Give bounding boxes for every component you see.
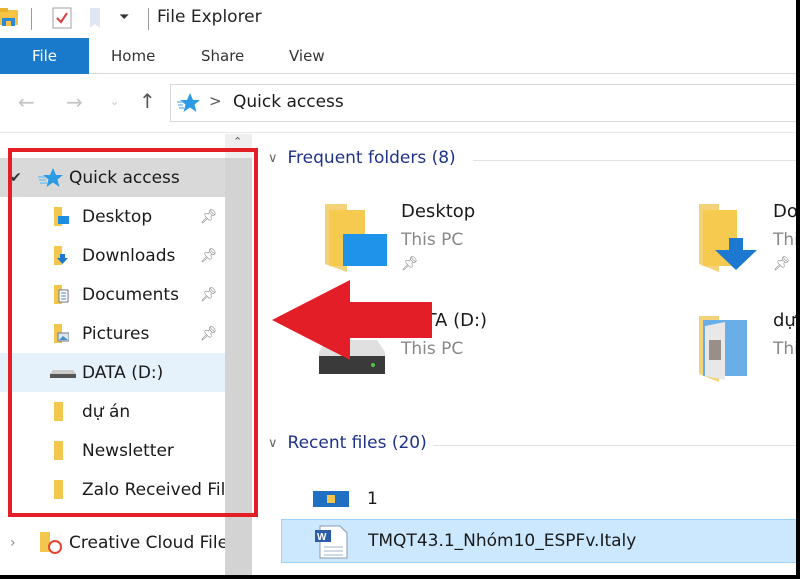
drive-icon bbox=[50, 370, 76, 378]
expand-chevron-icon[interactable]: ✔ bbox=[10, 170, 22, 186]
desktop-folder-icon bbox=[54, 207, 69, 226]
sidebar-item-label: Desktop bbox=[82, 206, 153, 227]
title-bar: ⏷ File Explorer bbox=[0, 0, 796, 38]
tab-home[interactable]: Home bbox=[111, 38, 155, 74]
sidebar-item-newsletter[interactable]: Newsletter bbox=[0, 431, 225, 470]
tile-name: dự bbox=[773, 310, 796, 331]
pin-icon[interactable]: 📌︎ bbox=[200, 287, 218, 303]
sidebar-item-data-drive[interactable]: DATA (D:) bbox=[0, 353, 225, 392]
quick-access-star-icon bbox=[177, 93, 200, 112]
file-name: TMQT43.1_Nhóm10_ESPFv.Italy bbox=[368, 531, 637, 551]
sidebar-item-label: Pictures bbox=[82, 323, 150, 344]
address-separator-icon: > bbox=[209, 92, 222, 110]
chevron-up-icon: ⌃ bbox=[233, 135, 243, 148]
new-folder-icon[interactable] bbox=[88, 7, 104, 29]
tab-view[interactable]: View bbox=[289, 38, 325, 74]
navigation-bar: ← → ⌄ ↑ > Quick access bbox=[0, 75, 796, 133]
creative-cloud-folder-icon bbox=[40, 532, 62, 554]
expand-chevron-icon[interactable]: › bbox=[10, 535, 16, 551]
up-button[interactable]: ↑ bbox=[139, 89, 156, 113]
folder-icon bbox=[54, 441, 63, 460]
sidebar-item-label: Quick access bbox=[69, 167, 180, 188]
word-document-icon: W bbox=[315, 525, 348, 559]
chevron-down-icon: ∨ bbox=[268, 435, 278, 451]
sidebar-scrollbar[interactable] bbox=[225, 134, 252, 575]
sidebar-item-downloads[interactable]: Downloads 📌︎ bbox=[0, 236, 225, 275]
tile-location: This PC bbox=[401, 230, 464, 250]
window-title: File Explorer bbox=[157, 7, 262, 27]
sidebar-item-label: Creative Cloud File bbox=[69, 532, 225, 553]
file-explorer-app-icon bbox=[0, 8, 18, 26]
sidebar-item-label: dự án bbox=[82, 401, 131, 422]
address-bar[interactable]: > Quick access bbox=[170, 84, 796, 122]
folder-icon bbox=[54, 480, 63, 499]
sidebar-item-quick-access[interactable]: ✔ Quick access bbox=[0, 158, 225, 197]
folder-icon bbox=[54, 402, 63, 421]
scroll-up-button[interactable]: ⌃ bbox=[225, 134, 252, 158]
red-arrow-annotation bbox=[272, 280, 432, 360]
navigation-pane: ⌃ ✔ Quick access Desktop 📌︎ Downloads 📌︎ bbox=[0, 134, 253, 575]
address-path: Quick access bbox=[233, 92, 344, 112]
arrow-left-icon: ← bbox=[18, 90, 35, 114]
sidebar-item-label: Downloads bbox=[82, 245, 176, 266]
pictures-folder-icon bbox=[699, 316, 747, 382]
pin-icon[interactable]: 📌︎ bbox=[200, 326, 218, 342]
back-button[interactable]: ← bbox=[18, 90, 35, 114]
pictures-folder-icon bbox=[54, 324, 69, 343]
arrow-up-icon: ↑ bbox=[139, 89, 156, 113]
tile-name: Do bbox=[773, 201, 796, 222]
recent-file-row[interactable]: W TMQT43.1_Nhóm10_ESPFv.Italy bbox=[281, 519, 796, 563]
section-title: Frequent folders (8) bbox=[287, 148, 456, 168]
file-name: 1 bbox=[367, 489, 378, 509]
sidebar-item-documents[interactable]: Documents 📌︎ bbox=[0, 275, 225, 314]
sidebar-item-label: Zalo Received Fil bbox=[82, 479, 225, 500]
downloads-folder-icon bbox=[699, 204, 757, 272]
titlebar-separator bbox=[31, 8, 32, 30]
frequent-folders-header[interactable]: ∨ Frequent folders (8) bbox=[268, 148, 456, 168]
recent-file-row[interactable]: 1 bbox=[281, 477, 796, 521]
recent-locations-button[interactable]: ⌄ bbox=[110, 95, 119, 108]
quick-access-star-icon bbox=[38, 168, 63, 187]
section-title: Recent files (20) bbox=[287, 433, 427, 453]
recent-files-header[interactable]: ∨ Recent files (20) bbox=[268, 433, 427, 453]
file-explorer-window: ⏷ File Explorer File Home Share View ← →… bbox=[0, 0, 796, 575]
properties-icon[interactable] bbox=[52, 7, 72, 29]
image-file-icon bbox=[313, 491, 349, 507]
chevron-down-icon: ∨ bbox=[268, 150, 278, 166]
pin-icon[interactable]: 📌︎ bbox=[200, 248, 218, 264]
ribbon: File Home Share View bbox=[0, 38, 796, 74]
pin-icon[interactable]: 📌︎ bbox=[200, 209, 218, 225]
documents-folder-icon bbox=[54, 285, 69, 304]
desktop-folder-icon bbox=[325, 204, 387, 272]
chevron-down-icon: ⌄ bbox=[110, 95, 120, 108]
sidebar-item-zalo-received-files[interactable]: Zalo Received Fil bbox=[0, 470, 225, 509]
tab-file[interactable]: File bbox=[0, 38, 89, 74]
customize-quick-access-icon[interactable]: ⏷ bbox=[119, 10, 129, 25]
arrow-right-icon: → bbox=[66, 90, 83, 114]
sidebar-item-desktop[interactable]: Desktop 📌︎ bbox=[0, 197, 225, 236]
titlebar-separator bbox=[148, 8, 149, 30]
sidebar-item-creative-cloud-files[interactable]: › Creative Cloud File bbox=[0, 523, 225, 562]
sidebar-item-du-an[interactable]: dự án bbox=[0, 392, 225, 431]
downloads-folder-icon bbox=[54, 246, 68, 265]
forward-button[interactable]: → bbox=[66, 90, 83, 114]
sidebar-item-pictures[interactable]: Pictures 📌︎ bbox=[0, 314, 225, 353]
sidebar-item-label: Documents bbox=[82, 284, 179, 305]
pin-icon: 📌︎ bbox=[773, 256, 791, 272]
sidebar-item-label: Newsletter bbox=[82, 440, 174, 461]
tile-location: Thi bbox=[773, 339, 796, 359]
tile-location: Thi bbox=[773, 230, 796, 250]
section-divider bbox=[473, 160, 796, 161]
pin-icon: 📌︎ bbox=[401, 256, 419, 272]
tab-share[interactable]: Share bbox=[201, 38, 244, 74]
section-divider bbox=[433, 445, 796, 446]
sidebar-item-label: DATA (D:) bbox=[82, 362, 164, 383]
tile-name: Desktop bbox=[401, 201, 476, 222]
svg-text:W: W bbox=[317, 532, 327, 543]
